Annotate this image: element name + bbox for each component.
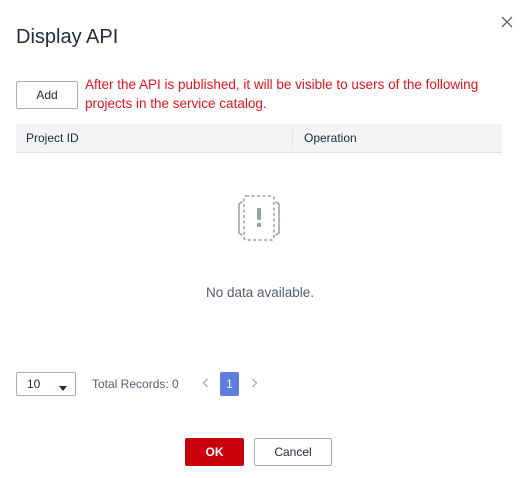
- chevron-down-icon: [59, 381, 67, 391]
- close-icon[interactable]: [498, 13, 516, 31]
- column-divider: [292, 130, 293, 146]
- empty-data-icon: [231, 190, 287, 244]
- chevron-left-icon[interactable]: [199, 376, 213, 390]
- visibility-notice: After the API is published, it will be v…: [85, 77, 479, 111]
- add-button[interactable]: Add: [16, 81, 78, 109]
- column-project-id: Project ID: [26, 131, 79, 145]
- page-size-value: 10: [27, 377, 41, 391]
- cancel-button[interactable]: Cancel: [254, 438, 332, 466]
- column-operation: Operation: [304, 131, 357, 145]
- dialog-title: Display API: [16, 26, 119, 48]
- ok-button[interactable]: OK: [185, 438, 244, 466]
- page-size-select[interactable]: 10: [16, 372, 76, 396]
- chevron-right-icon[interactable]: [247, 376, 261, 390]
- total-records: Total Records: 0: [92, 377, 179, 391]
- table-header: Project ID Operation: [16, 124, 502, 153]
- page-number-current[interactable]: 1: [220, 372, 239, 396]
- display-api-dialog: Display API Add After the API is publish…: [0, 0, 520, 478]
- empty-state-text: No data available.: [205, 285, 315, 300]
